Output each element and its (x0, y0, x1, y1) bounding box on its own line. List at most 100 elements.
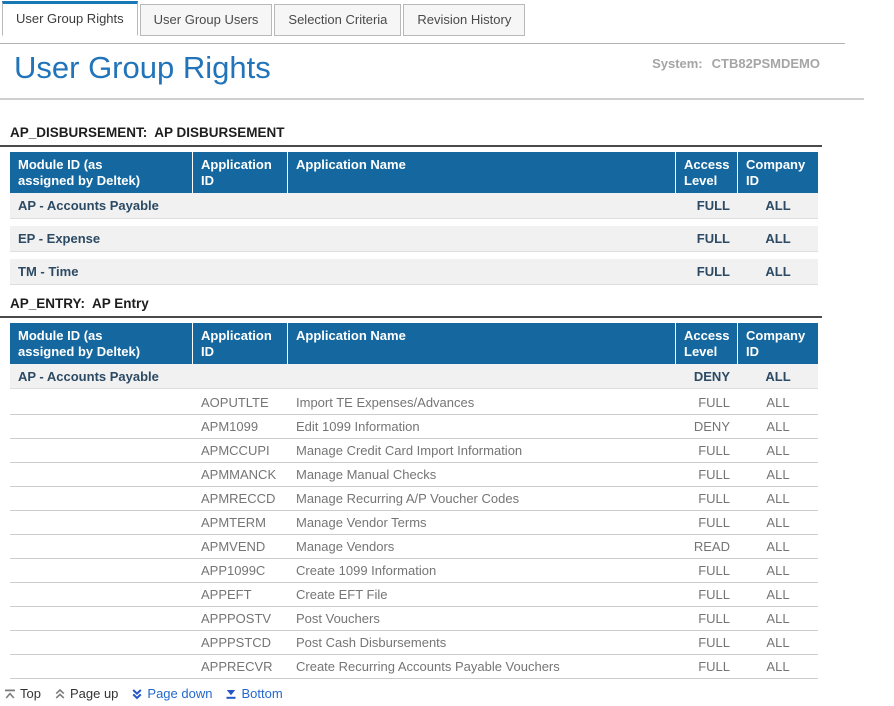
section-underline (0, 145, 822, 147)
access-level-cell: FULL (676, 559, 738, 582)
application-id-cell: AOPUTLTE (193, 391, 288, 414)
column-header-module-id: Module ID (as assigned by Deltek) (10, 323, 193, 364)
company-id-cell: ALL (738, 535, 818, 558)
application-id-cell: APM1099 (193, 415, 288, 438)
access-level-cell: FULL (676, 583, 738, 606)
access-level-cell: FULL (676, 655, 738, 678)
table-row: APM1099 Edit 1099 Information DENY ALL (10, 415, 818, 439)
scroll-bottom-icon (225, 688, 237, 700)
column-header-application-id: Application ID (193, 323, 288, 364)
column-header-application-name: Application Name (288, 323, 676, 364)
company-id-cell: ALL (738, 511, 818, 534)
application-name-cell: Manage Recurring A/P Voucher Codes (288, 487, 676, 510)
company-id-cell: ALL (738, 559, 818, 582)
company-id-cell: ALL (738, 655, 818, 678)
column-header-application-id: Application ID (193, 152, 288, 193)
rights-table-ap-disbursement: Module ID (as assigned by Deltek) Applic… (10, 152, 818, 285)
tab-selection-criteria[interactable]: Selection Criteria (274, 4, 401, 36)
header-divider (0, 98, 864, 100)
access-level-cell: FULL (676, 193, 738, 218)
company-id-cell: ALL (738, 631, 818, 654)
application-name-cell: Manage Manual Checks (288, 463, 676, 486)
column-header-module-id: Module ID (as assigned by Deltek) (10, 152, 193, 193)
company-id-cell: ALL (738, 583, 818, 606)
access-level-cell: FULL (676, 607, 738, 630)
application-name-cell: Manage Vendors (288, 535, 676, 558)
table-row: APPPSTCD Post Cash Disbursements FULL AL… (10, 631, 818, 655)
application-id-cell: APP1099C (193, 559, 288, 582)
table-row: APPEFT Create EFT File FULL ALL (10, 583, 818, 607)
application-id-cell: APPRECVR (193, 655, 288, 678)
column-header-company-id: Company ID (738, 323, 818, 364)
application-id-cell: APPPOSTV (193, 607, 288, 630)
application-id-cell: APMRECCD (193, 487, 288, 510)
access-level-cell: DENY (676, 364, 738, 388)
application-id-cell: APMVEND (193, 535, 288, 558)
application-name-cell: Edit 1099 Information (288, 415, 676, 438)
company-id-cell: ALL (738, 487, 818, 510)
module-cell: EP - Expense (10, 226, 676, 251)
page-up-link[interactable]: Page up (54, 686, 118, 701)
application-id-cell: APMCCUPI (193, 439, 288, 462)
column-header-company-id: Company ID (738, 152, 818, 193)
module-cell: AP - Accounts Payable (10, 193, 676, 218)
table-row: APPPOSTV Post Vouchers FULL ALL (10, 607, 818, 631)
table-row: TM - Time FULL ALL (10, 259, 818, 285)
application-id-cell: APPPSTCD (193, 631, 288, 654)
application-name-cell: Manage Vendor Terms (288, 511, 676, 534)
access-level-cell: FULL (676, 259, 738, 284)
table-row: AOPUTLTE Import TE Expenses/Advances FUL… (10, 391, 818, 415)
table-header-row: Module ID (as assigned by Deltek) Applic… (10, 323, 818, 364)
table-row: APMCCUPI Manage Credit Card Import Infor… (10, 439, 818, 463)
application-name-cell: Post Cash Disbursements (288, 631, 676, 654)
application-name-cell: Create 1099 Information (288, 559, 676, 582)
tab-revision-history[interactable]: Revision History (403, 4, 525, 36)
application-id-cell: APMTERM (193, 511, 288, 534)
table-row: AP - Accounts Payable FULL ALL (10, 193, 818, 219)
company-id-cell: ALL (738, 439, 818, 462)
tab-strip: User Group Rights User Group Users Selec… (0, 0, 894, 36)
column-header-application-name: Application Name (288, 152, 676, 193)
page-up-icon (54, 688, 66, 700)
application-name-cell: Post Vouchers (288, 607, 676, 630)
module-cell: AP - Accounts Payable (10, 364, 676, 388)
column-header-access-level: Access Level (676, 323, 738, 364)
access-level-cell: FULL (676, 511, 738, 534)
system-label: System: (652, 56, 703, 71)
access-level-cell: FULL (676, 226, 738, 251)
scroll-top-link[interactable]: Top (4, 686, 41, 701)
module-cell: TM - Time (10, 259, 676, 284)
access-level-cell: FULL (676, 463, 738, 486)
company-id-cell: ALL (738, 226, 818, 251)
scroll-bottom-link[interactable]: Bottom (225, 686, 282, 701)
company-id-cell: ALL (738, 607, 818, 630)
rights-table-ap-entry: Module ID (as assigned by Deltek) Applic… (10, 323, 818, 679)
table-row: APMRECCD Manage Recurring A/P Voucher Co… (10, 487, 818, 511)
system-indicator: System: CTB82PSMDEMO (652, 56, 820, 86)
access-level-cell: DENY (676, 415, 738, 438)
table-row: AP - Accounts Payable DENY ALL (10, 364, 818, 389)
company-id-cell: ALL (738, 415, 818, 438)
access-level-cell: FULL (676, 391, 738, 414)
table-row: APMMANCK Manage Manual Checks FULL ALL (10, 463, 818, 487)
system-value: CTB82PSMDEMO (712, 56, 820, 71)
table-row: APP1099C Create 1099 Information FULL AL… (10, 559, 818, 583)
scroll-nav-bar: Top Page up Page down Bottom (4, 686, 894, 701)
page-title: User Group Rights (14, 50, 271, 86)
table-row: APMTERM Manage Vendor Terms FULL ALL (10, 511, 818, 535)
tab-user-group-rights[interactable]: User Group Rights (2, 1, 138, 36)
section-label-ap-entry: AP_ENTRY: AP Entry (10, 296, 894, 311)
application-name-cell: Import TE Expenses/Advances (288, 391, 676, 414)
application-id-cell: APPEFT (193, 583, 288, 606)
company-id-cell: ALL (738, 391, 818, 414)
access-level-cell: READ (676, 535, 738, 558)
page-down-icon (131, 688, 143, 700)
company-id-cell: ALL (738, 193, 818, 218)
scroll-top-icon (4, 688, 16, 700)
tab-user-group-users[interactable]: User Group Users (140, 4, 273, 36)
access-level-cell: FULL (676, 487, 738, 510)
section-label-ap-disbursement: AP_DISBURSEMENT: AP DISBURSEMENT (10, 125, 894, 140)
page-down-link[interactable]: Page down (131, 686, 212, 701)
application-name-cell: Create Recurring Accounts Payable Vouche… (288, 655, 676, 678)
table-row: EP - Expense FULL ALL (10, 226, 818, 252)
